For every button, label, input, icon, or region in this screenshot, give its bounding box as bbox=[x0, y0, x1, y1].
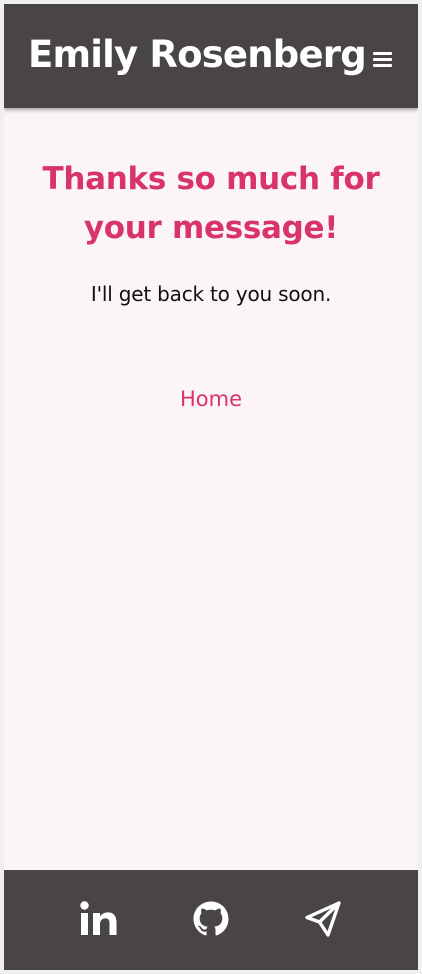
confirmation-message: I'll get back to you soon. bbox=[90, 282, 332, 306]
hamburger-menu-icon[interactable] bbox=[370, 48, 396, 70]
main-content: Thanks so much for your message! I'll ge… bbox=[4, 108, 418, 870]
paper-plane-icon[interactable] bbox=[304, 900, 342, 938]
page-frame: Emily Rosenberg Thanks so much for your … bbox=[4, 4, 418, 970]
github-icon[interactable] bbox=[192, 900, 230, 938]
linkedin-icon[interactable] bbox=[80, 900, 118, 938]
thank-you-heading: Thanks so much for your message! bbox=[42, 161, 380, 246]
site-title[interactable]: Emily Rosenberg bbox=[28, 28, 367, 82]
home-link[interactable]: Home bbox=[180, 384, 242, 414]
footer-bar bbox=[4, 870, 418, 970]
top-nav-bar: Emily Rosenberg bbox=[4, 4, 418, 108]
